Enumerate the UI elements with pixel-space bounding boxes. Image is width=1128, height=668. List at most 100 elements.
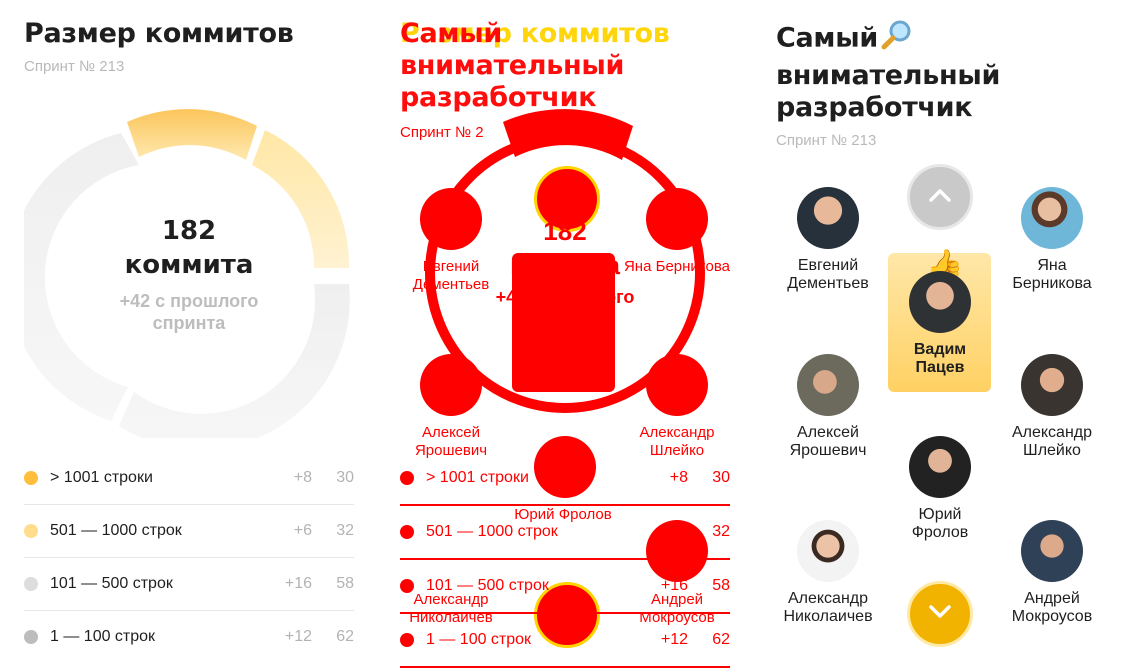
commits-unit: коммита	[124, 250, 254, 280]
legend-label: 101 — 500 строк	[50, 575, 173, 592]
legend-row: 501 — 1000 строк +6 32	[24, 505, 354, 558]
overlay-legend-row: 101 — 500 строк +16 58	[400, 560, 730, 614]
legend-delta: +6	[293, 522, 312, 539]
overlay-legend-row: 501 — 1000 строк 32	[400, 506, 730, 560]
developer-card[interactable]: Евгений Дементьев	[773, 187, 883, 293]
developer-name: Евгений Дементьев	[773, 257, 883, 293]
developer-first-name: Александр	[1011, 424, 1093, 441]
legend-value: 58	[336, 575, 354, 592]
overlay-count: 182	[543, 216, 587, 246]
chevron-up-icon	[929, 188, 951, 207]
developer-name: Андрей Мокроусов	[997, 590, 1107, 626]
avatar	[797, 520, 859, 582]
commits-delta-1: +42 с прошлого	[119, 291, 259, 311]
developer-last-name: Шлейко	[1023, 442, 1081, 459]
overlay-name: Яна Берникова	[623, 258, 731, 275]
developer-last-name: Пацев	[915, 359, 965, 376]
developer-name: Вадим Пацев	[885, 341, 995, 377]
legend-row: > 1001 строки +8 30	[24, 452, 354, 505]
developer-title-line2: внимательный	[776, 60, 1001, 91]
overlay-legend: > 1001 строки +8 30 501 — 1000 строк 32 101…	[400, 452, 730, 668]
legend-value: 58	[712, 577, 730, 594]
developer-last-name: Мокроусов	[1011, 608, 1093, 625]
legend-value: 62	[712, 631, 730, 648]
legend-row: 1 — 100 строк +12 62	[24, 611, 354, 663]
overlay-panel: Размер коммитов Самый внимательный разра…	[400, 0, 730, 668]
commits-title: Размер коммитов	[24, 18, 294, 49]
legend-dot	[400, 525, 414, 539]
overlay-title-c: внимательный	[400, 50, 625, 81]
commits-center: 182 коммита +42 с прошлого спринта	[24, 214, 354, 334]
developer-last-name: Николаичев	[783, 608, 873, 625]
legend-dot	[24, 471, 38, 485]
developer-panel: Самый внимательный разработчик Спринт № …	[776, 0, 1106, 668]
legend-dot	[24, 577, 38, 591]
developer-card-winner[interactable]: Вадим Пацев	[885, 271, 995, 377]
legend-label: 101 — 500 строк	[426, 577, 549, 594]
overlay-name: Евгений Дементьев	[412, 258, 490, 293]
developer-card[interactable]: Александр Шлейко	[997, 354, 1107, 460]
legend-delta: +12	[284, 628, 312, 645]
legend-label: 501 — 1000 строк	[50, 522, 182, 539]
developer-name: Алексей Ярошевич	[773, 424, 883, 460]
developer-card[interactable]: Яна Берникова	[997, 187, 1107, 293]
legend-label: 501 — 1000 строк	[426, 523, 558, 540]
commits-delta-2: спринта	[152, 313, 226, 333]
legend-value: 30	[336, 469, 354, 486]
developer-last-name: Берникова	[1012, 275, 1092, 292]
overlay-avatar-blob	[646, 354, 708, 416]
developer-first-name: Евгений	[797, 257, 859, 274]
chevron-down-icon	[929, 604, 951, 624]
commits-legend: > 1001 строки +8 30 501 — 1000 строк +6 …	[24, 452, 354, 663]
avatar	[1021, 520, 1083, 582]
developer-last-name: Дементьев	[787, 275, 869, 292]
legend-delta: +8	[293, 469, 312, 486]
legend-dot	[24, 630, 38, 644]
commits-panel: Размер коммитов Спринт № 213 182 коммита…	[24, 0, 354, 668]
donut-segment-1001	[127, 109, 257, 160]
developer-first-name: Юрий	[918, 506, 962, 523]
developer-card[interactable]: Александр Николаичев	[773, 520, 883, 626]
developer-subtitle: Спринт № 213	[776, 132, 877, 149]
legend-delta: +16	[660, 577, 688, 594]
avatar	[797, 354, 859, 416]
developer-name: Александр Шлейко	[997, 424, 1107, 460]
legend-dot	[24, 524, 38, 538]
overlay-legend-row: > 1001 строки +8 30	[400, 452, 730, 506]
avatar	[1021, 187, 1083, 249]
avatar	[909, 271, 971, 333]
developer-card[interactable]: Алексей Ярошевич	[773, 354, 883, 460]
commits-count: 182	[161, 216, 217, 246]
legend-value: 32	[712, 523, 730, 540]
developer-first-name: Андрей	[1024, 590, 1080, 607]
developer-card[interactable]: Юрий Фролов	[885, 436, 995, 542]
developer-name: Юрий Фролов	[885, 506, 995, 542]
legend-label: 1 — 100 строк	[426, 631, 532, 648]
legend-row: 101 — 500 строк +16 58	[24, 558, 354, 611]
legend-dot	[400, 579, 414, 593]
avatar	[797, 187, 859, 249]
developer-name: Александр Николаичев	[773, 590, 883, 626]
avatar	[909, 436, 971, 498]
developer-card[interactable]: Андрей Мокроусов	[997, 520, 1107, 626]
legend-label: > 1001 строки	[50, 469, 153, 486]
scroll-up-button[interactable]	[907, 164, 973, 230]
commits-subtitle: Спринт № 213	[24, 58, 125, 75]
legend-value: 62	[336, 628, 354, 645]
scroll-down-button[interactable]	[907, 581, 973, 647]
developer-first-name: Яна	[1037, 257, 1067, 274]
legend-value: 30	[712, 469, 730, 486]
developer-title-line1: Самый	[776, 22, 878, 54]
developer-first-name: Вадим	[913, 341, 967, 358]
legend-label: > 1001 строки	[426, 469, 529, 486]
legend-delta: +12	[660, 631, 688, 648]
developer-title-line3: разработчик	[776, 92, 973, 123]
legend-dot	[400, 471, 414, 485]
magnifier-icon	[880, 18, 914, 60]
legend-delta: +8	[669, 469, 688, 486]
legend-label: 1 — 100 строк	[50, 628, 156, 645]
developer-name: Яна Берникова	[997, 257, 1107, 293]
overlay-avatar-blob	[420, 354, 482, 416]
avatar	[1021, 354, 1083, 416]
developer-last-name: Ярошевич	[789, 442, 867, 459]
